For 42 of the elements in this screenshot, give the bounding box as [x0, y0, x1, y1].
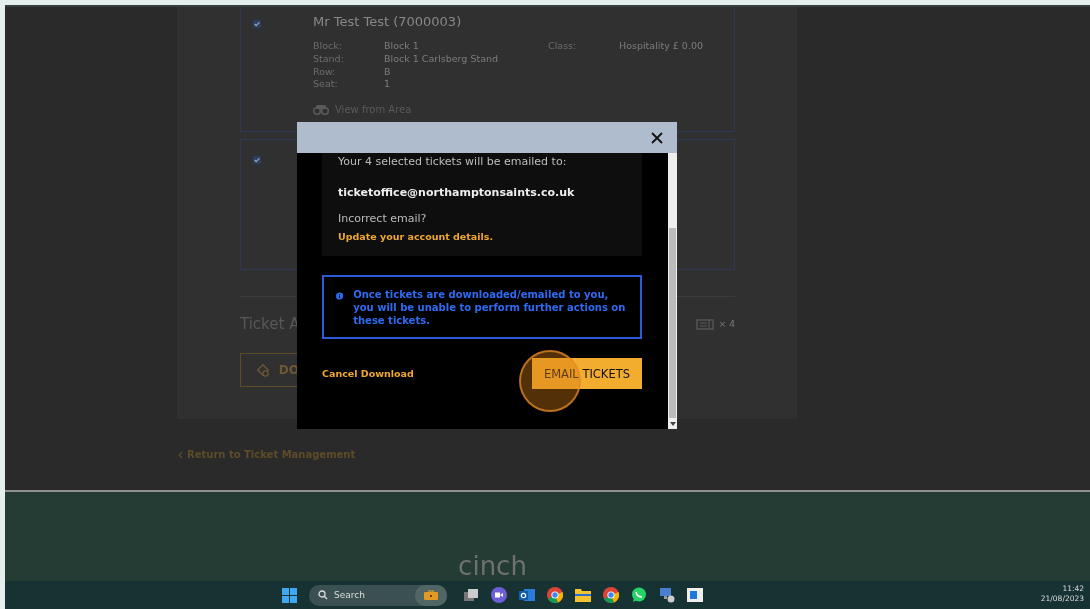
detail-value: Hospitality £ 0.00	[619, 40, 703, 53]
detail-label: Block:	[313, 40, 343, 53]
email-address: ticketoffice@northamptonsaints.co.uk	[338, 186, 576, 199]
footer-logo: cinch	[458, 553, 527, 579]
detail-label: Row:	[313, 65, 337, 79]
folder-icon[interactable]	[575, 588, 591, 602]
update-account-link[interactable]: Update your account details.	[338, 231, 626, 242]
ticket-icon	[695, 318, 714, 330]
detail-label: Seat:	[313, 78, 339, 92]
email-message: Your 4 selected tickets will be emailed to:	[338, 155, 568, 168]
detail-label: Stand:	[313, 52, 345, 66]
search-field[interactable]: Search	[309, 584, 447, 606]
scroll-down-arrow-icon[interactable]	[669, 422, 676, 426]
mail-app-icon[interactable]	[519, 587, 535, 603]
computer-icon[interactable]	[659, 587, 675, 603]
start-icon[interactable]	[282, 587, 297, 603]
binoculars-icon	[313, 104, 329, 116]
ticket-holder-name: Mr Test Test (7000003)	[313, 14, 463, 29]
detail-value: B	[384, 65, 391, 79]
incorrect-email-text: Incorrect email?	[338, 212, 428, 225]
scrollbar[interactable]	[668, 153, 677, 429]
cancel-download-link[interactable]: Cancel Download	[322, 368, 414, 379]
video-camera-icon[interactable]	[491, 587, 507, 603]
detail-value: Block 1	[384, 40, 419, 53]
close-icon[interactable]	[651, 131, 663, 144]
window-icon[interactable]	[687, 588, 703, 602]
ticket-download-icon	[255, 361, 271, 379]
task-view-icon[interactable]	[463, 587, 479, 603]
browser-icon[interactable]	[547, 587, 563, 603]
browser-icon[interactable]	[603, 587, 619, 603]
chevron-left-icon	[178, 450, 183, 459]
search-icon	[318, 590, 328, 600]
search-placeholder: Search	[334, 590, 366, 600]
detail-value: 1	[384, 78, 391, 92]
ticket-count: × 4	[718, 319, 735, 329]
briefcase-icon	[415, 584, 447, 606]
checkbox[interactable]	[253, 156, 261, 164]
chat-bubble-icon[interactable]	[631, 587, 647, 603]
email-tickets-button[interactable]: EMAIL TICKETS	[531, 358, 642, 389]
info-text: Once tickets are downloaded/emailed to you, you will be unable to perform further actions on these tickets.	[353, 288, 627, 327]
detail-value: Block 1 Carlsberg Stand	[384, 52, 499, 66]
checkbox[interactable]	[253, 20, 261, 28]
